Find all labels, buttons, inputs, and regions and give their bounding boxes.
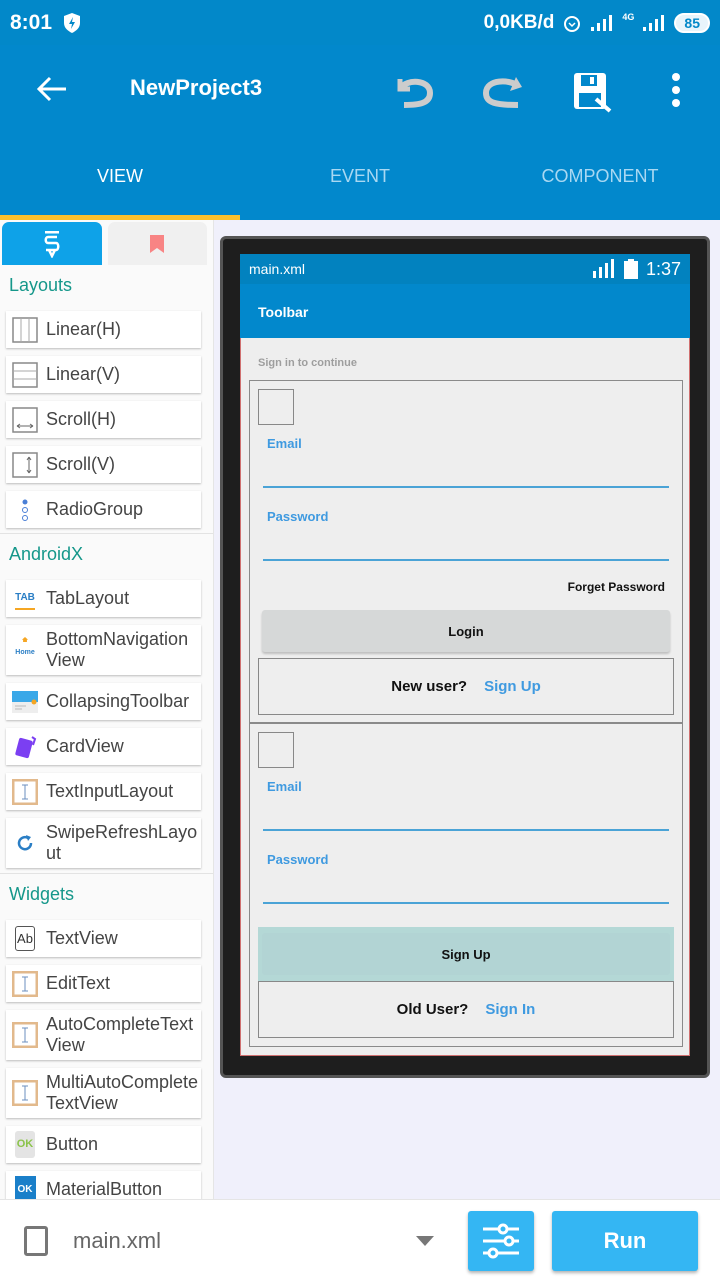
old-user-row[interactable]: Old User? Sign In bbox=[258, 981, 674, 1038]
material-button-icon: OK bbox=[12, 1176, 38, 1200]
palette-tab-widgets[interactable] bbox=[2, 222, 102, 265]
password-input[interactable] bbox=[263, 902, 669, 904]
signal-icon bbox=[591, 14, 613, 31]
palette-item-autocompletetextview[interactable]: AutoCompleteText View bbox=[6, 1010, 201, 1060]
undo-icon[interactable] bbox=[392, 69, 436, 113]
text-input-icon bbox=[12, 778, 38, 805]
preview-screen: main.xml 1:37 Toolbar Sign in to continu… bbox=[240, 254, 690, 1056]
home-icon: Home bbox=[12, 637, 38, 663]
tab-icon: TAB bbox=[12, 586, 38, 612]
signal-4g-icon bbox=[643, 14, 665, 31]
status-bar: 8:01 0,0KB/d 4G 85 bbox=[0, 0, 720, 45]
email-input[interactable] bbox=[263, 486, 669, 488]
file-selector[interactable]: main.xml bbox=[73, 1228, 161, 1254]
preview-body[interactable]: Sign in to continue Email Password Forge… bbox=[240, 338, 690, 1056]
preview-filename: main.xml bbox=[249, 261, 306, 277]
palette-item-multiautocompletetextview[interactable]: MultiAutoComplete TextView bbox=[6, 1068, 201, 1118]
edittext-icon bbox=[12, 1022, 38, 1048]
palette-item-collapsingtoolbar[interactable]: CollapsingToolbar bbox=[6, 683, 201, 720]
run-button[interactable]: Run bbox=[552, 1211, 698, 1271]
bottom-bar: main.xml Run bbox=[0, 1199, 720, 1280]
linear-h-icon bbox=[12, 316, 38, 343]
linear-v-icon bbox=[12, 361, 38, 388]
password-label[interactable]: Password bbox=[267, 509, 328, 524]
save-icon[interactable] bbox=[570, 69, 614, 113]
cardview-icon bbox=[12, 734, 38, 760]
palette-item-textinputlayout[interactable]: TextInputLayout bbox=[6, 773, 201, 810]
email-label[interactable]: Email bbox=[267, 436, 302, 451]
preview-time: 1:37 bbox=[645, 258, 681, 279]
app-bar: NewProject3 VIEW EVENT COMPONENT bbox=[0, 45, 720, 220]
email-input[interactable] bbox=[263, 829, 669, 831]
main-tabs: VIEW EVENT COMPONENT bbox=[0, 155, 720, 220]
password-input[interactable] bbox=[263, 559, 669, 561]
radiogroup-icon bbox=[12, 497, 38, 523]
textview-icon: Ab bbox=[12, 926, 38, 952]
password-label[interactable]: Password bbox=[267, 852, 328, 867]
section-widgets: Widgets bbox=[9, 884, 75, 904]
new-user-row[interactable]: New user? Sign Up bbox=[258, 658, 674, 715]
button-icon: OK bbox=[12, 1131, 38, 1158]
more-options-icon[interactable] bbox=[654, 69, 698, 113]
palette-item-tablayout[interactable]: TAB TabLayout bbox=[6, 580, 201, 617]
preview-signal-icon bbox=[592, 259, 614, 278]
status-time: 8:01 bbox=[10, 10, 53, 34]
palette-item-swiperefreshlayout[interactable]: SwipeRefreshLayo ut bbox=[6, 818, 201, 868]
edittext-icon bbox=[12, 970, 38, 997]
palette-item-scroll-h[interactable]: Scroll(H) bbox=[6, 401, 201, 438]
collapsing-toolbar-icon bbox=[12, 689, 38, 715]
project-title: NewProject3 bbox=[130, 75, 263, 100]
palette-item-linear-v[interactable]: Linear(V) bbox=[6, 356, 201, 393]
sign-up-button[interactable]: Sign Up bbox=[262, 933, 670, 975]
sign-up-link[interactable]: Sign Up bbox=[484, 678, 541, 695]
bookmark-icon bbox=[150, 234, 165, 253]
settings-button[interactable] bbox=[468, 1211, 534, 1271]
sign-in-link[interactable]: Sign In bbox=[485, 1001, 535, 1018]
login-button[interactable]: Login bbox=[262, 610, 670, 652]
email-label[interactable]: Email bbox=[267, 779, 302, 794]
scroll-v-icon bbox=[12, 451, 38, 478]
preview-toolbar[interactable]: Toolbar bbox=[240, 284, 690, 338]
sketchware-logo-icon bbox=[44, 230, 60, 258]
section-androidx: AndroidX bbox=[9, 544, 84, 564]
palette-item-edittext[interactable]: EditText bbox=[6, 965, 201, 1002]
palette-tab-bookmarks[interactable] bbox=[107, 222, 207, 265]
battery-indicator: 85 bbox=[674, 12, 710, 33]
tab-view[interactable]: VIEW bbox=[0, 155, 240, 220]
alarm-icon bbox=[564, 15, 581, 32]
section-layouts: Layouts bbox=[9, 275, 73, 295]
palette-item-materialbutton[interactable]: OK MaterialButton bbox=[6, 1171, 201, 1200]
scroll-h-icon bbox=[12, 406, 38, 433]
tab-event[interactable]: EVENT bbox=[240, 155, 480, 220]
forget-password-link[interactable]: Forget Password bbox=[568, 580, 665, 594]
widget-palette: Layouts Linear(H) Linear(V) Scroll(H) Sc… bbox=[0, 220, 214, 1200]
palette-item-button[interactable]: OK Button bbox=[6, 1126, 201, 1163]
palette-item-bottomnavigation[interactable]: Home BottomNavigation View bbox=[6, 625, 201, 675]
dropdown-arrow-icon[interactable] bbox=[416, 1236, 434, 1246]
preview-battery-icon bbox=[623, 259, 638, 279]
network-type: 4G bbox=[622, 11, 635, 22]
palette-item-textview[interactable]: Ab TextView bbox=[6, 920, 201, 957]
signup-container[interactable]: Email Password Sign Up Old User? Sign In bbox=[249, 723, 683, 1047]
subtitle-text[interactable]: Sign in to continue bbox=[258, 357, 357, 369]
phone-device-icon bbox=[24, 1226, 48, 1256]
old-user-prompt: Old User? bbox=[396, 1001, 469, 1018]
palette-item-scroll-v[interactable]: Scroll(V) bbox=[6, 446, 201, 483]
palette-item-cardview[interactable]: CardView bbox=[6, 728, 201, 765]
tab-component[interactable]: COMPONENT bbox=[480, 155, 720, 220]
preview-status-bar: main.xml 1:37 bbox=[240, 254, 690, 284]
image-placeholder[interactable] bbox=[258, 732, 294, 768]
shield-bolt-icon bbox=[64, 12, 81, 33]
sliders-icon bbox=[483, 1223, 519, 1259]
new-user-prompt: New user? bbox=[391, 678, 468, 695]
redo-icon[interactable] bbox=[480, 69, 524, 113]
net-speed: 0,0KB/d bbox=[483, 11, 555, 33]
palette-item-radiogroup[interactable]: RadioGroup bbox=[6, 491, 201, 528]
login-container[interactable]: Email Password Forget Password Login New… bbox=[249, 380, 683, 723]
back-arrow-icon[interactable] bbox=[34, 71, 70, 107]
edittext-icon bbox=[12, 1080, 38, 1106]
refresh-icon bbox=[12, 830, 38, 856]
palette-item-linear-h[interactable]: Linear(H) bbox=[6, 311, 201, 348]
image-placeholder[interactable] bbox=[258, 389, 294, 425]
